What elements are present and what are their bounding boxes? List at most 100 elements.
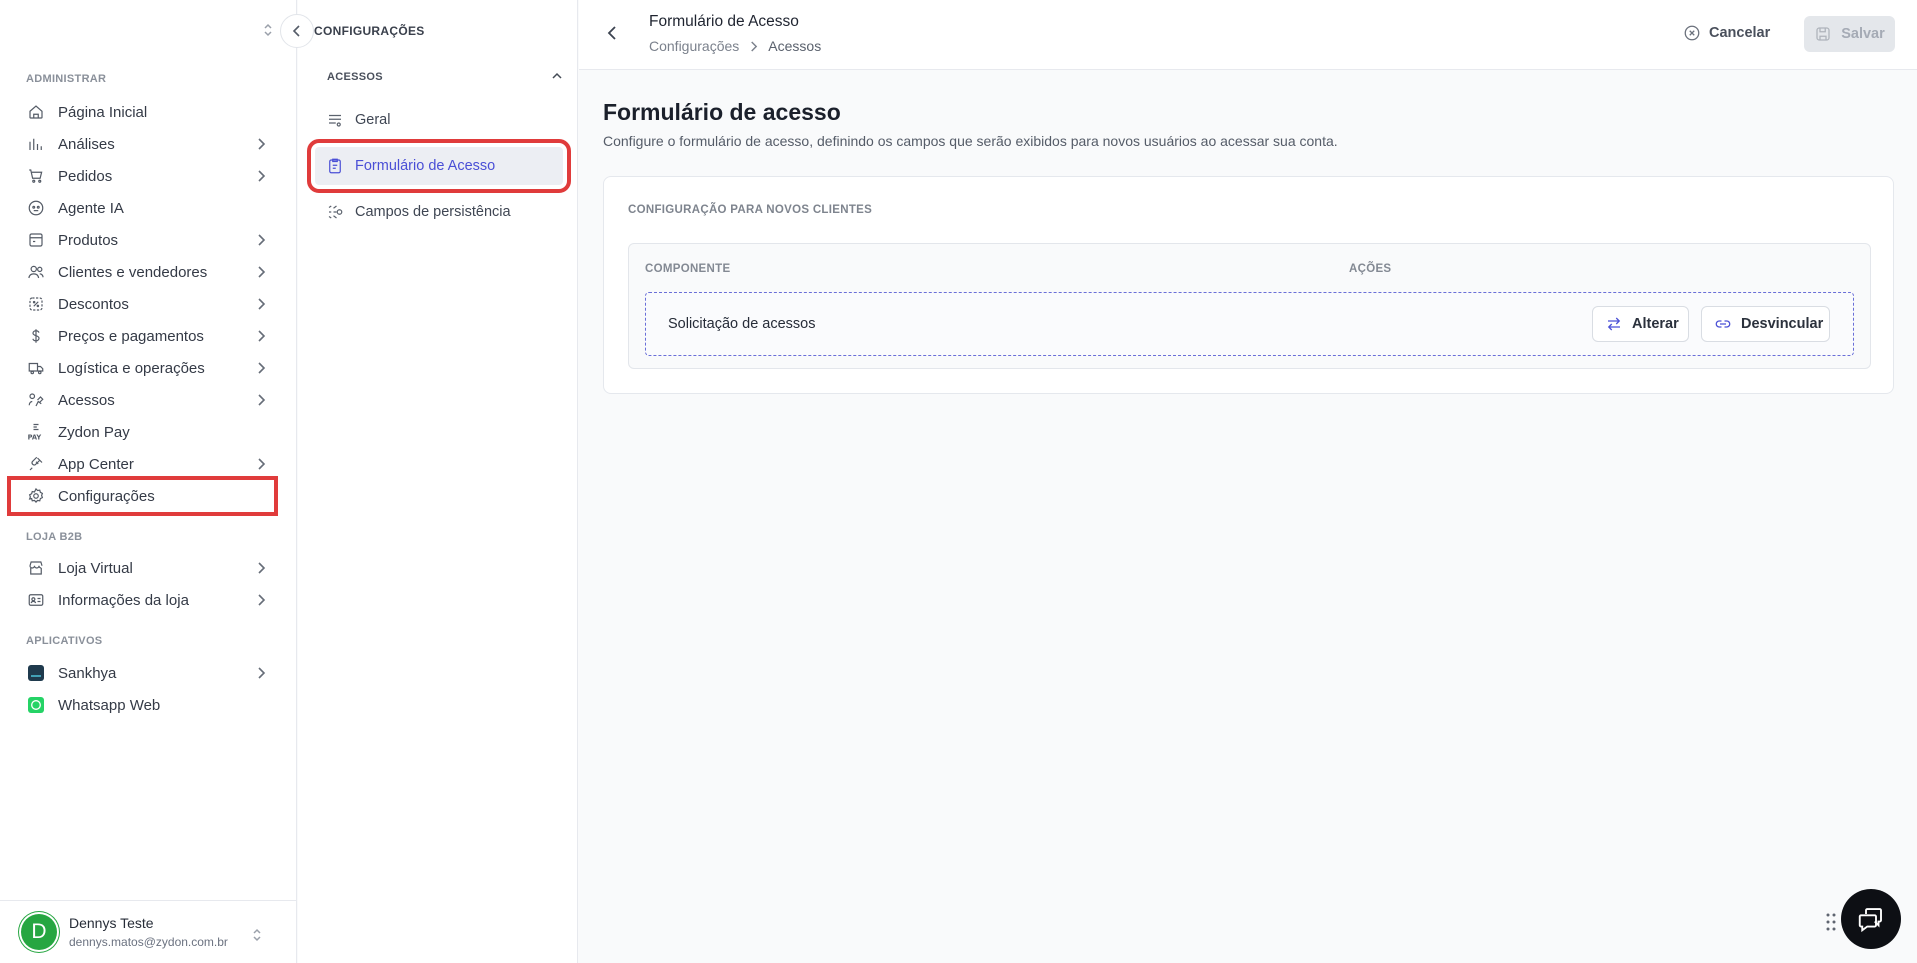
sidebar-item-prices[interactable]: Preços e pagamentos — [14, 321, 274, 351]
sidebar-item-label: Logística e operações — [58, 359, 205, 377]
sankhya-icon — [26, 663, 46, 683]
save-label: Salvar — [1841, 26, 1885, 42]
gear-icon — [26, 486, 46, 506]
sort-icon[interactable] — [263, 22, 273, 38]
panel-item-persistence-fields[interactable]: Campos de persistência — [315, 193, 563, 231]
sidebar-item-logistics[interactable]: Logística e operações — [14, 353, 274, 383]
user-email: dennys.matos@zydon.com.br — [69, 935, 228, 949]
components-table: COMPONENTE AÇÕES Solicitação de acessos … — [628, 243, 1871, 369]
home-icon — [26, 102, 46, 122]
user-profile[interactable]: D Dennys Teste dennys.matos@zydon.com.br — [0, 900, 297, 963]
sidebar-item-customers[interactable]: Clientes e vendedores — [14, 257, 274, 287]
panel-item-access-form[interactable]: Formulário de Acesso — [307, 139, 571, 193]
alter-button[interactable]: Alterar — [1592, 306, 1689, 342]
swap-icon — [1605, 315, 1623, 333]
panel-item-label: Campos de persistência — [355, 204, 511, 220]
sidebar-item-label: Página Inicial — [58, 103, 148, 121]
access-icon — [26, 390, 46, 410]
cancel-label: Cancelar — [1709, 25, 1771, 41]
save-icon — [1814, 25, 1832, 43]
column-header-actions: AÇÕES — [1349, 263, 1392, 275]
sort-icon[interactable] — [252, 927, 262, 943]
panel-item-label: Formulário de Acesso — [355, 158, 496, 174]
group-access-toggle[interactable]: ACESSOS — [327, 71, 563, 83]
save-button[interactable]: Salvar — [1804, 16, 1895, 52]
page-title: Formulário de acesso — [603, 99, 841, 125]
sidebar-item-label: Informações da loja — [58, 591, 189, 609]
sidebar-item-label: Loja Virtual — [58, 559, 133, 577]
id-card-icon — [26, 590, 46, 610]
breadcrumb-item-settings[interactable]: Configurações — [649, 38, 739, 54]
clipboard-icon — [325, 157, 345, 175]
page-description: Configure o formulário de acesso, defini… — [603, 133, 1338, 149]
chevron-right-icon — [256, 561, 266, 575]
back-button[interactable] — [606, 24, 618, 42]
chevron-right-icon — [256, 361, 266, 375]
fields-icon — [325, 203, 345, 221]
sliders-icon — [325, 111, 345, 129]
sidebar-item-ai-agent[interactable]: Agente IA — [14, 193, 274, 223]
sidebar-item-label: App Center — [58, 455, 134, 473]
avatar: D — [21, 914, 57, 950]
chat-icon — [1856, 904, 1886, 934]
sidebar-item-label: Configurações — [58, 487, 155, 505]
top-bar: Formulário de Acesso Configurações Acess… — [579, 0, 1917, 70]
chevron-right-icon — [256, 297, 266, 311]
sidebar-item-label: Acessos — [58, 391, 115, 409]
users-icon — [26, 262, 46, 282]
sidebar-item-store-info[interactable]: Informações da loja — [14, 585, 274, 615]
link-icon — [1714, 315, 1732, 333]
sidebar-item-app-center[interactable]: App Center — [14, 449, 274, 479]
table-row[interactable]: Solicitação de acessos Alterar Desvincul… — [645, 292, 1854, 356]
chevron-right-icon — [256, 593, 266, 607]
chat-button[interactable] — [1841, 889, 1901, 949]
sidebar-item-label: Preços e pagamentos — [58, 327, 204, 345]
breadcrumb-item-access[interactable]: Acessos — [768, 38, 821, 54]
close-circle-icon — [1683, 24, 1701, 42]
sidebar-item-settings[interactable]: Configurações — [7, 476, 278, 516]
box-icon — [26, 230, 46, 250]
panel-item-general[interactable]: Geral — [315, 101, 563, 139]
main-sidebar: ADMINISTRAR Página Inicial Análises Pedi… — [0, 0, 297, 963]
user-name: Dennys Teste — [69, 915, 154, 931]
sidebar-item-access[interactable]: Acessos — [14, 385, 274, 415]
collapse-sidebar-button[interactable] — [280, 14, 314, 48]
truck-icon — [26, 358, 46, 378]
section-apps: APLICATIVOS — [26, 635, 103, 647]
sidebar-item-orders[interactable]: Pedidos — [14, 161, 274, 191]
chevron-right-icon — [256, 265, 266, 279]
chevron-right-icon — [256, 666, 266, 680]
main-content: Formulário de Acesso Configurações Acess… — [579, 0, 1917, 963]
chevron-right-icon — [256, 233, 266, 247]
sidebar-item-zydon-pay[interactable]: PAY Zydon Pay — [14, 417, 274, 447]
sidebar-item-analytics[interactable]: Análises — [14, 129, 274, 159]
sidebar-item-label: Clientes e vendedores — [58, 263, 208, 281]
breadcrumb: Configurações Acessos — [649, 38, 821, 54]
sidebar-item-whatsapp[interactable]: Whatsapp Web — [14, 690, 274, 720]
sidebar-item-home[interactable]: Página Inicial — [14, 97, 274, 127]
chevron-up-icon — [551, 71, 563, 81]
section-admin: ADMINISTRAR — [26, 73, 107, 85]
sidebar-item-label: Pedidos — [58, 167, 113, 185]
unlink-button[interactable]: Desvincular — [1701, 306, 1830, 342]
sidebar-item-discounts[interactable]: Descontos — [14, 289, 274, 319]
page-header-title: Formulário de Acesso — [649, 13, 799, 30]
drag-handle-icon[interactable] — [1826, 912, 1836, 932]
cancel-button[interactable]: Cancelar — [1683, 24, 1770, 42]
sidebar-item-label: Produtos — [58, 231, 119, 249]
sidebar-item-products[interactable]: Produtos — [14, 225, 274, 255]
whatsapp-icon — [26, 695, 46, 715]
sidebar-item-sankhya[interactable]: Sankhya — [14, 658, 274, 688]
alter-label: Alterar — [1632, 316, 1679, 332]
plug-icon — [26, 454, 46, 474]
sidebar-item-virtual-store[interactable]: Loja Virtual — [14, 553, 274, 583]
sidebar-item-label: Sankhya — [58, 664, 117, 682]
chevron-right-icon — [749, 40, 758, 53]
chevron-right-icon — [256, 393, 266, 407]
chevron-right-icon — [256, 137, 266, 151]
new-customers-config-card: CONFIGURAÇÃO PARA NOVOS CLIENTES COMPONE… — [603, 176, 1894, 394]
sidebar-item-label: Zydon Pay — [58, 423, 130, 441]
component-name: Solicitação de acessos — [668, 316, 816, 332]
settings-panel: CONFIGURAÇÕES ACESSOS Geral Formulário d… — [298, 0, 578, 963]
panel-title: CONFIGURAÇÕES — [314, 24, 425, 38]
